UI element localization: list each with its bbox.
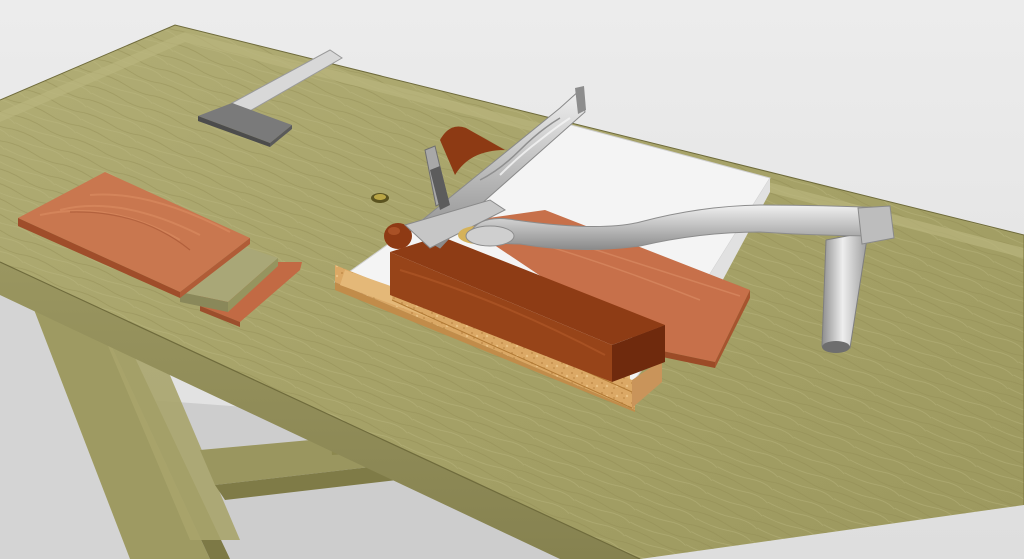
holdfast-head <box>857 205 895 245</box>
scene-canvas <box>0 0 1024 559</box>
dog-hole-rim <box>374 194 386 200</box>
holdfast-pad <box>465 225 515 247</box>
workbench-scene <box>0 0 1024 559</box>
